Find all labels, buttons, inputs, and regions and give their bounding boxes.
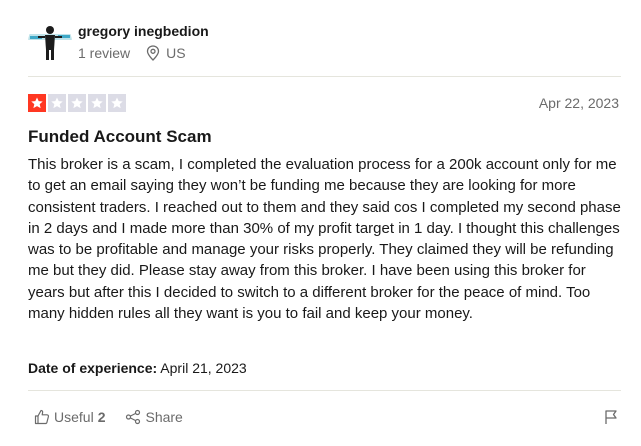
report-button[interactable]	[603, 409, 619, 425]
reviewer-meta: 1 review US	[78, 44, 209, 62]
review-card: gregory inegbedion 1 review US Apr 22, 2…	[0, 0, 641, 446]
header-divider	[28, 76, 621, 77]
experience-label: Date of experience:	[28, 360, 158, 376]
star-icon	[68, 94, 86, 112]
review-body: This broker is a scam, I completed the e…	[28, 156, 621, 323]
star-icon	[28, 94, 46, 112]
share-label: Share	[145, 409, 183, 425]
star-icon	[48, 94, 66, 112]
reviewer-info: gregory inegbedion 1 review US	[78, 20, 209, 62]
review-actions: Useful 2 Share	[34, 407, 619, 427]
review-date: Apr 22, 2023	[538, 95, 619, 111]
star-icon	[108, 94, 126, 112]
experience-date: April 21, 2023	[160, 360, 247, 376]
flag-icon	[605, 410, 617, 424]
reviewer-header: gregory inegbedion 1 review US	[28, 20, 209, 64]
useful-label: Useful	[54, 409, 94, 425]
share-icon	[126, 409, 141, 425]
star-icon	[88, 94, 106, 112]
rating-row: Apr 22, 2023	[28, 93, 619, 113]
useful-count: 2	[97, 409, 106, 425]
useful-button[interactable]: Useful 2	[34, 409, 105, 425]
location-pin-icon	[146, 45, 160, 61]
reviewer-location: US	[166, 45, 186, 61]
reviewer-name[interactable]: gregory inegbedion	[78, 22, 209, 40]
date-of-experience: Date of experience: April 21, 2023	[28, 359, 247, 377]
review-title[interactable]: Funded Account Scam	[28, 126, 212, 148]
thumbs-up-icon	[34, 409, 50, 425]
reviewer-avatar[interactable]	[28, 20, 72, 64]
star-rating	[28, 94, 126, 112]
review-count: 1 review	[78, 45, 131, 61]
share-button[interactable]: Share	[125, 409, 183, 425]
footer-divider	[28, 390, 621, 391]
